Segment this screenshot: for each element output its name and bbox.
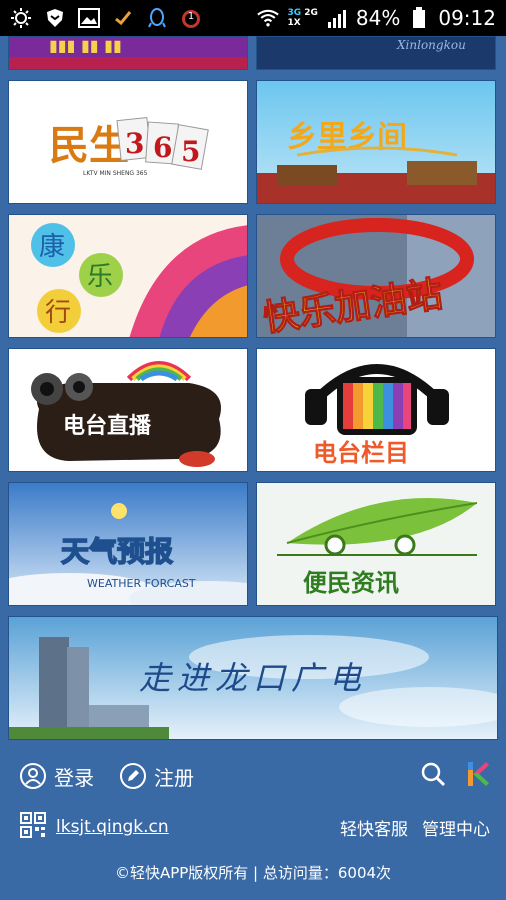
xinlongkou-text: Xinlongkou bbox=[396, 38, 466, 52]
copyright-footer: ©轻快APP版权所有 | 总访问量：6004次 bbox=[114, 864, 392, 882]
notification-count: 1 bbox=[187, 11, 195, 22]
tile-grid: ▮▮▮ ▮▮ ▮▮ Xinlongkou 民生 3 6 5 LKTV MIN S… bbox=[0, 36, 506, 744]
info-row: lksjt.qingk.cn 轻快客服 管理中心 bbox=[20, 811, 490, 843]
svg-text:5: 5 bbox=[181, 135, 200, 168]
network-type: 3G 2G 1X bbox=[287, 8, 317, 28]
search-icon[interactable] bbox=[420, 761, 446, 791]
tile-radio-live[interactable]: 电台直播 bbox=[8, 348, 248, 472]
tile-convenience-info[interactable]: 便民资讯 bbox=[256, 482, 496, 606]
radio-live-label: 电台直播 bbox=[63, 413, 152, 439]
svg-text:行: 行 bbox=[45, 298, 71, 328]
k-logo-icon[interactable] bbox=[466, 760, 490, 792]
tile-minsheng-365[interactable]: 民生 3 6 5 LKTV MIN SHENG 365 bbox=[8, 80, 248, 204]
tile-kangle-xing[interactable]: 康 乐 行 bbox=[8, 214, 248, 338]
alarm-badge-icon: 1 bbox=[180, 7, 202, 29]
register-button[interactable]: 注册 bbox=[120, 762, 194, 791]
net-1x-label: 1X bbox=[287, 18, 301, 28]
qr-code-icon[interactable] bbox=[20, 811, 46, 843]
brightness-icon bbox=[10, 7, 32, 29]
svg-text:乐: 乐 bbox=[87, 262, 113, 292]
svg-text:▮▮▮ ▮▮ ▮▮: ▮▮▮ ▮▮ ▮▮ bbox=[49, 37, 122, 55]
svg-text:天气预报: 天气预报 bbox=[61, 535, 173, 568]
bottom-panel: 登录 注册 lksjt.qingk.cn 轻快客服 管理中心 ©轻快APP版权所… bbox=[0, 744, 506, 900]
tile-xiangli-xiangjian[interactable]: 乡里乡间 bbox=[256, 80, 496, 204]
battery-icon bbox=[408, 7, 430, 29]
qq-icon bbox=[146, 7, 168, 29]
login-label: 登录 bbox=[54, 765, 94, 790]
customer-service-link[interactable]: 轻快客服 bbox=[340, 815, 408, 840]
register-label: 注册 bbox=[154, 765, 194, 790]
site-link[interactable]: lksjt.qingk.cn bbox=[56, 817, 169, 837]
convenience-label: 便民资讯 bbox=[303, 569, 399, 597]
net-3g-label: 3G bbox=[287, 8, 302, 18]
shield-icon bbox=[44, 7, 66, 29]
status-bar: 1 3G 2G 1X 84% 09:12 bbox=[0, 0, 506, 36]
account-row: 登录 注册 bbox=[20, 758, 490, 794]
tile-radio-column[interactable]: 电台栏目 bbox=[256, 348, 496, 472]
tile-partial-left[interactable]: ▮▮▮ ▮▮ ▮▮ bbox=[8, 36, 248, 70]
radio-column-label: 电台栏目 bbox=[313, 439, 409, 467]
banner-title: 走进龙口广电 bbox=[139, 659, 367, 697]
svg-text:6: 6 bbox=[153, 131, 172, 164]
gallery-icon bbox=[78, 7, 100, 29]
svg-text:康: 康 bbox=[39, 232, 65, 262]
battery-percent: 84% bbox=[355, 6, 401, 30]
pencil-icon bbox=[120, 763, 146, 789]
weather-subtitle: WEATHER FORCAST bbox=[87, 577, 196, 590]
check-icon bbox=[112, 7, 134, 29]
tile-kuaile-jiayouzhan[interactable]: 快乐加油站 bbox=[256, 214, 496, 338]
tile-partial-right[interactable]: Xinlongkou bbox=[256, 36, 496, 70]
clock: 09:12 bbox=[438, 6, 496, 30]
wifi-icon bbox=[257, 7, 280, 29]
minsheng-subtitle: LKTV MIN SHENG 365 bbox=[83, 170, 148, 177]
signal-icon bbox=[326, 7, 348, 29]
tile-weather[interactable]: 天气预报 WEATHER FORCAST bbox=[8, 482, 248, 606]
tile-banner-longkou[interactable]: 走进龙口广电 bbox=[8, 616, 498, 740]
user-icon bbox=[20, 763, 46, 789]
svg-text:3: 3 bbox=[125, 127, 144, 160]
admin-center-link[interactable]: 管理中心 bbox=[422, 815, 490, 840]
net-2g-label: 2G bbox=[304, 8, 318, 18]
svg-text:民生: 民生 bbox=[49, 122, 129, 169]
login-button[interactable]: 登录 bbox=[20, 762, 94, 791]
